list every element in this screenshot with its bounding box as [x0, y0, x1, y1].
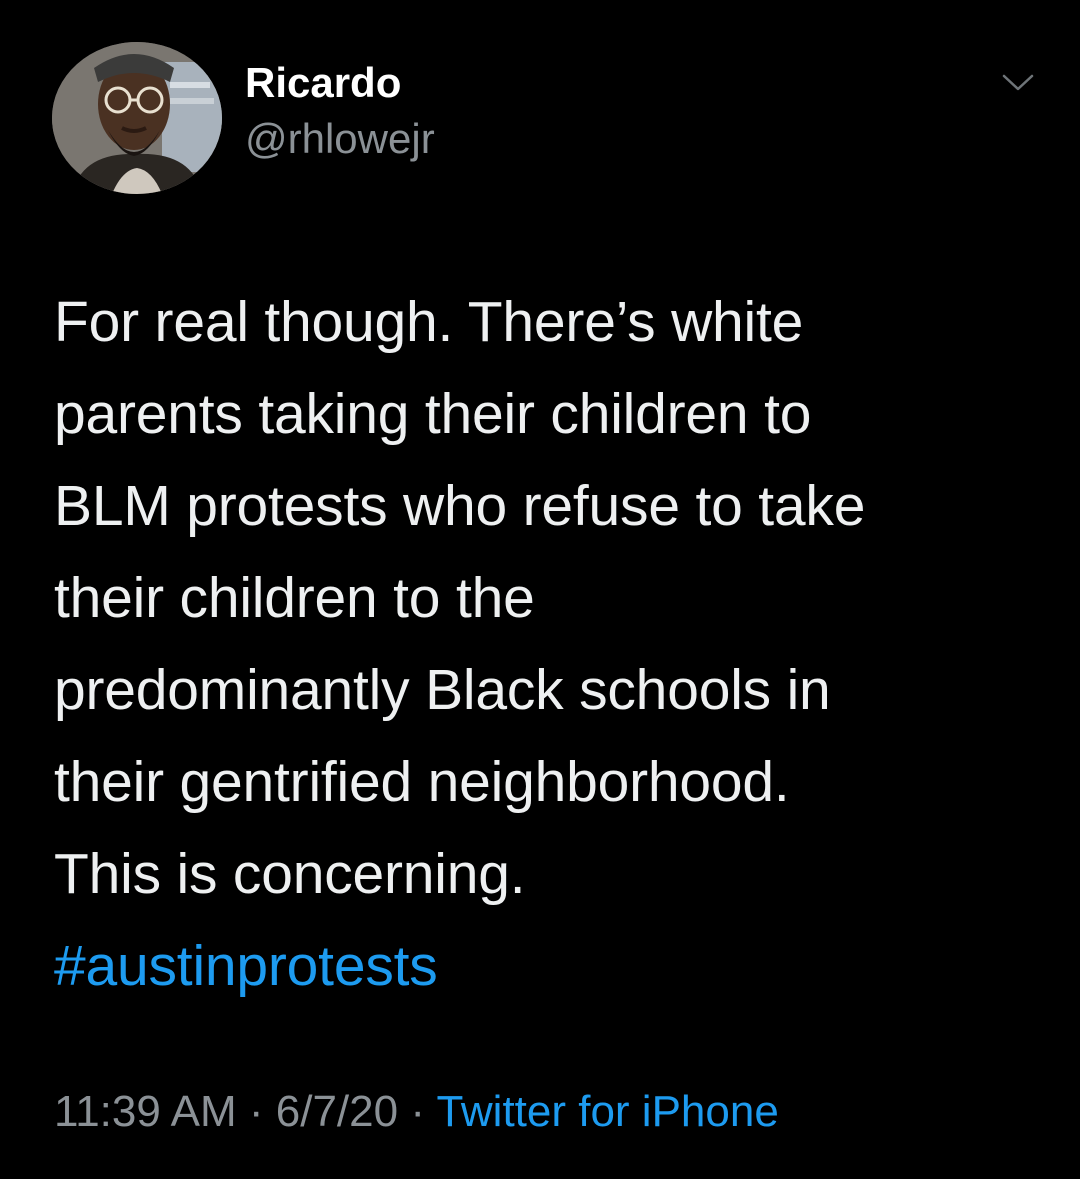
tweet: Ricardo @rhlowejr For real though. There…	[0, 0, 1080, 1179]
meta-separator: ·	[248, 1087, 264, 1136]
avatar[interactable]	[52, 42, 222, 194]
hashtag-link[interactable]: #austinprotests	[54, 920, 1044, 1012]
tweet-date[interactable]: 6/7/20	[276, 1087, 398, 1136]
author-names: Ricardo @rhlowejr	[245, 58, 435, 164]
meta-separator: ·	[410, 1087, 425, 1136]
tweet-time[interactable]: 11:39 AM	[54, 1087, 237, 1136]
tweet-text-line: BLM protests who refuse to take	[54, 474, 866, 538]
tweet-text-line: their gentrified neighborhood.	[54, 750, 790, 814]
tweet-text-line: For real though. There’s white	[54, 290, 804, 354]
tweet-source-link[interactable]: Twitter for iPhone	[436, 1087, 778, 1136]
tweet-text: For real though. There’s white parents t…	[54, 276, 1044, 1012]
chevron-down-icon[interactable]	[1000, 70, 1036, 94]
tweet-text-line: This is concerning.	[54, 842, 526, 906]
avatar-photo	[52, 42, 222, 194]
tweet-text-line: parents taking their children to	[54, 382, 812, 446]
tweet-metadata: 11:39 AM · 6/7/20 · Twitter for iPhone	[54, 1084, 779, 1140]
author-handle[interactable]: @rhlowejr	[245, 114, 435, 164]
tweet-text-line: their children to the	[54, 566, 535, 630]
tweet-header: Ricardo @rhlowejr	[52, 42, 1042, 194]
tweet-text-line: predominantly Black schools in	[54, 658, 831, 722]
author-display-name[interactable]: Ricardo	[245, 58, 435, 108]
